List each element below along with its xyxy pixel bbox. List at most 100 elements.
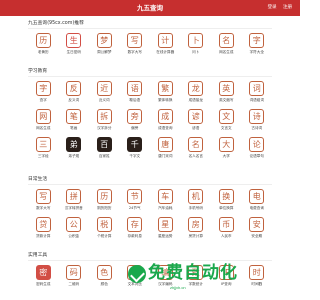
- tool-icon: 语: [127, 81, 143, 96]
- tool-item[interactable]: 密密码生成: [28, 265, 59, 287]
- tool-icon: 拼: [66, 189, 82, 204]
- tool-item[interactable]: 字字符大全: [242, 33, 273, 55]
- tool-icon: 字: [249, 33, 265, 48]
- tool-label: 颜色: [100, 282, 108, 286]
- login-link[interactable]: 登录: [268, 5, 277, 10]
- tool-label: 密码生成: [36, 282, 51, 286]
- tool-label: 大学: [222, 154, 230, 158]
- tool-label: 笔画: [70, 126, 78, 130]
- watermark-url: zhjjxh.cn: [170, 285, 186, 290]
- tool-item[interactable]: 繁繁体转换: [150, 81, 181, 103]
- tool-item[interactable]: 写数字大写: [120, 33, 151, 55]
- tool-item[interactable]: 成成语查询: [150, 109, 181, 131]
- site-title: 九五查询: [137, 4, 163, 12]
- top-bar: 九五查询 登录 注册: [0, 0, 300, 16]
- tool-item[interactable]: 公公积金: [59, 217, 90, 239]
- tool-item[interactable]: 梦周公解梦: [89, 33, 120, 55]
- tool-label: 三字经: [37, 154, 49, 158]
- tool-item[interactable]: 换单位换算: [211, 189, 242, 211]
- tool-item[interactable]: 币人民币: [211, 217, 242, 239]
- tool-item[interactable]: 房房贷计算: [181, 217, 212, 239]
- tool-label: 歇后语: [129, 98, 141, 102]
- tool-item[interactable]: 历阴历阳历: [89, 189, 120, 211]
- tool-item[interactable]: 字查字: [28, 81, 59, 103]
- tool-item[interactable]: 语歇后语: [120, 81, 151, 103]
- tool-icon: 近: [96, 81, 112, 96]
- tool-item[interactable]: 色颜色: [89, 265, 120, 287]
- tool-item[interactable]: 反反义词: [59, 81, 90, 103]
- tool-item[interactable]: 税个税计算: [89, 217, 120, 239]
- tool-item[interactable]: 词词语组词: [242, 81, 273, 103]
- tool-item[interactable]: 文文言文: [211, 109, 242, 131]
- tool-item[interactable]: 卜问卜: [181, 33, 212, 55]
- tool-item[interactable]: 论论语章句: [242, 137, 273, 159]
- tool-item[interactable]: 计在线计算器: [150, 33, 181, 55]
- tool-item[interactable]: 拼汉字转拼音: [59, 189, 90, 211]
- tool-item[interactable]: 节 24节气: [120, 189, 151, 211]
- section-title: 学习教育: [28, 69, 48, 74]
- tool-label: 网名生成: [36, 126, 51, 130]
- tool-item[interactable]: 唐唐门宋词: [150, 137, 181, 159]
- tool-item[interactable]: 历老黄历: [28, 33, 59, 55]
- tool-label: 汽车油耗: [158, 206, 173, 210]
- tool-item[interactable]: 拆汉字拆分: [89, 109, 120, 131]
- tool-label: 阴历阳历: [97, 206, 112, 210]
- tool-item[interactable]: 网网名生成: [28, 109, 59, 131]
- tool-icon: 电: [249, 189, 265, 204]
- tool-item[interactable]: 机手机号码: [181, 189, 212, 211]
- tool-icon: 三: [35, 137, 51, 152]
- tool-icon: 诗: [249, 109, 265, 124]
- divider: [28, 28, 272, 29]
- tool-item[interactable]: 贷贷款计算: [28, 217, 59, 239]
- tool-icon: 公: [66, 217, 82, 232]
- tool-icon: 繁: [157, 81, 173, 96]
- tool-label: 贷款计算: [36, 234, 51, 238]
- tool-item[interactable]: 名网名生成: [211, 33, 242, 55]
- tool-label: 成语接龙: [188, 98, 203, 102]
- tool-item[interactable]: 车汽车油耗: [150, 189, 181, 211]
- tool-item[interactable]: 诗古诗词: [242, 109, 273, 131]
- tool-icon: 历: [96, 189, 112, 204]
- tool-icon: 写: [35, 189, 51, 204]
- tool-icon: 旁: [127, 109, 143, 124]
- tool-icon: 历: [35, 33, 51, 48]
- tool-label: 二维码: [68, 282, 80, 286]
- tool-icon: 拆: [96, 109, 112, 124]
- tool-icon: 字: [35, 81, 51, 96]
- tool-label: 名人名言: [188, 154, 203, 158]
- tool-item[interactable]: 星星座运势: [150, 217, 181, 239]
- tool-item[interactable]: 存存款利息: [120, 217, 151, 239]
- register-link[interactable]: 注册: [283, 5, 292, 10]
- tool-icon: 星: [157, 217, 173, 232]
- tool-item[interactable]: 电电费查询: [242, 189, 273, 211]
- tool-item[interactable]: 千千字文: [120, 137, 151, 159]
- tool-item[interactable]: 三三字经: [28, 137, 59, 159]
- section-life: 日常生活 写数字大写拼汉字转拼音历阴历阳历节 24节气车汽车油耗机手机号码换单位换…: [28, 175, 272, 239]
- tool-label: 人民币: [220, 234, 232, 238]
- tool-item[interactable]: 谚谚语: [181, 109, 212, 131]
- tool-item[interactable]: 龙成语接龙: [181, 81, 212, 103]
- tool-item[interactable]: 旁偏旁: [120, 109, 151, 131]
- divider: [28, 76, 272, 77]
- tool-item[interactable]: 英英文缩写: [211, 81, 242, 103]
- tool-item[interactable]: 百百家姓: [89, 137, 120, 159]
- tool-item[interactable]: 弟弟子规: [59, 137, 90, 159]
- tool-label: 公积金: [68, 234, 80, 238]
- tool-item[interactable]: 笔笔画: [59, 109, 90, 131]
- tool-icon: 币: [218, 217, 234, 232]
- tool-label: 数字大写: [127, 50, 142, 54]
- tool-item[interactable]: 生生日密码: [59, 33, 90, 55]
- tool-icon: 词: [249, 81, 265, 96]
- divider: [28, 184, 272, 185]
- tool-label: 问卜: [192, 50, 200, 54]
- tool-item[interactable]: 安安全期: [242, 217, 273, 239]
- tool-label: 查字: [39, 98, 47, 102]
- tool-item[interactable]: 近近义词: [89, 81, 120, 103]
- tool-item[interactable]: 写数字大写: [28, 189, 59, 211]
- tool-item[interactable]: 码二维码: [59, 265, 90, 287]
- tool-icon: 房: [188, 217, 204, 232]
- tool-item[interactable]: 大大学: [211, 137, 242, 159]
- tool-icon: 弟: [66, 137, 82, 152]
- tool-label: 弟子规: [68, 154, 80, 158]
- tool-item[interactable]: 名名人名言: [181, 137, 212, 159]
